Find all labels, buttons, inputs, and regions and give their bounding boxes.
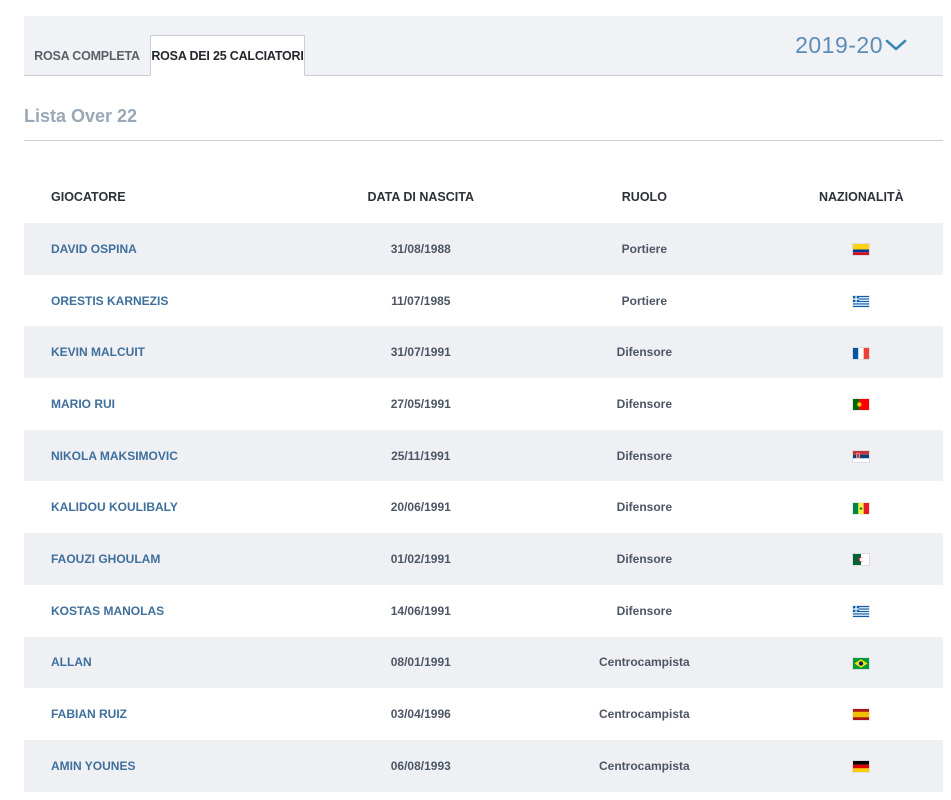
chevron-down-icon[interactable] <box>885 38 907 52</box>
greece-flag-icon <box>853 295 870 307</box>
players-table: GIOCATORE DATA DI NASCITA RUOLO NAZIONAL… <box>24 170 943 792</box>
birth-date-cell: 08/01/1991 <box>332 636 510 689</box>
player-name-cell: FABIAN RUIZ <box>24 688 333 740</box>
senegal-flag-icon <box>853 502 870 514</box>
birth-date-cell: 01/02/1991 <box>332 533 510 585</box>
role-cell: Centrocampista <box>599 707 690 722</box>
role-cell: Difensore <box>616 396 673 411</box>
player-name-cell: AMIN YOUNES <box>24 739 333 792</box>
table-row: KOSTAS MANOLAS 14/06/1991 Difensore <box>24 585 943 637</box>
player-name-link[interactable]: AMIN YOUNES <box>51 759 135 773</box>
column-header-giocatore: GIOCATORE <box>51 189 126 204</box>
birth-date-cell: 03/04/1996 <box>390 707 451 722</box>
nationality-cell <box>779 326 943 379</box>
player-name-cell: FAOUZI GHOULAM <box>24 533 333 585</box>
player-name-cell: NIKOLA MAKSIMOVIC <box>24 429 333 482</box>
birth-date-cell: 31/07/1991 <box>332 326 510 379</box>
season-selector[interactable]: 2019-20 <box>795 16 883 75</box>
column-header-nazionalita: NAZIONALITÀ <box>818 189 904 204</box>
nationality-cell <box>780 275 943 327</box>
player-name-link[interactable]: MARIO RUI <box>51 397 115 411</box>
player-name-link[interactable]: ORESTIS KARNEZIS <box>51 294 168 308</box>
nationality-cell <box>779 223 943 275</box>
serbia-flag-icon <box>853 450 870 462</box>
nationality-cell <box>780 585 943 637</box>
nationality-cell <box>780 688 943 740</box>
role-cell: Centrocampista <box>509 636 780 689</box>
birth-date-cell: 27/05/1991 <box>390 396 451 411</box>
table-row: FABIAN RUIZ 03/04/1996 Centrocampista <box>24 688 943 740</box>
player-name-link[interactable]: KALIDOU KOULIBALY <box>51 500 178 514</box>
table-row: KEVIN MALCUIT 31/07/1991 Difensore <box>24 326 943 379</box>
column-header-ruolo: RUOLO <box>621 189 667 204</box>
role-cell: Portiere <box>621 293 668 308</box>
player-name-link[interactable]: KEVIN MALCUIT <box>51 345 145 359</box>
greece-flag-icon <box>853 605 870 617</box>
nationality-cell <box>779 533 943 585</box>
player-name-cell: ORESTIS KARNEZIS <box>24 275 333 327</box>
player-name-link[interactable]: FAOUZI GHOULAM <box>51 552 160 566</box>
table-header-row: GIOCATORE DATA DI NASCITA RUOLO NAZIONAL… <box>24 170 943 223</box>
nationality-cell <box>779 739 943 792</box>
table-row: MARIO RUI 27/05/1991 Difensore <box>24 378 943 430</box>
role-cell: Difensore <box>616 500 673 515</box>
section-title: Lista Over 22 <box>24 76 943 141</box>
player-name-link[interactable]: NIKOLA MAKSIMOVIC <box>51 449 178 463</box>
column-header-data-nascita: DATA DI NASCITA <box>367 189 475 204</box>
birth-date-cell: 31/08/1988 <box>332 223 510 275</box>
birth-date-cell: 20/06/1991 <box>390 500 451 515</box>
player-name-cell: KALIDOU KOULIBALY <box>24 481 333 533</box>
role-cell: Difensore <box>509 533 780 585</box>
player-name-cell: ALLAN <box>24 636 333 689</box>
brazil-flag-icon <box>853 657 870 669</box>
role-cell: Difensore <box>509 326 780 379</box>
table-row: ORESTIS KARNEZIS 11/07/1985 Portiere <box>24 275 943 327</box>
player-name-cell: KEVIN MALCUIT <box>24 326 333 379</box>
table-row: NIKOLA MAKSIMOVIC 25/11/1991 Difensore <box>24 429 943 482</box>
table-row: AMIN YOUNES 06/08/1993 Centrocampista <box>24 739 943 792</box>
birth-date-cell: 06/08/1993 <box>332 739 510 792</box>
player-name-cell: MARIO RUI <box>24 378 333 430</box>
nationality-cell <box>780 378 943 430</box>
player-name-link[interactable]: ALLAN <box>51 655 92 669</box>
algeria-flag-icon <box>853 554 870 566</box>
nationality-cell <box>779 636 943 689</box>
tab-rosa-25-calciatori[interactable]: ROSA DEI 25 CALCIATORI <box>150 35 305 76</box>
player-name-link[interactable]: KOSTAS MANOLAS <box>51 604 164 618</box>
table-row: DAVID OSPINA 31/08/1988 Portiere <box>24 223 943 275</box>
portugal-flag-icon <box>853 399 870 411</box>
player-name-cell: DAVID OSPINA <box>24 223 333 275</box>
nationality-cell <box>779 429 943 482</box>
nationality-cell <box>780 481 943 533</box>
squad-panel: ROSA COMPLETA ROSA DEI 25 CALCIATORI 201… <box>24 16 943 792</box>
role-cell: Portiere <box>509 223 780 275</box>
table-row: FAOUZI GHOULAM 01/02/1991 Difensore <box>24 533 943 585</box>
colombia-flag-icon <box>853 244 870 256</box>
tab-bar: ROSA COMPLETA ROSA DEI 25 CALCIATORI 201… <box>24 16 943 76</box>
birth-date-cell: 14/06/1991 <box>390 603 451 618</box>
spain-flag-icon <box>853 709 870 721</box>
player-name-link[interactable]: DAVID OSPINA <box>51 242 137 256</box>
germany-flag-icon <box>853 761 870 773</box>
tab-rosa-completa[interactable]: ROSA COMPLETA <box>24 36 150 76</box>
role-cell: Difensore <box>616 603 673 618</box>
role-cell: Centrocampista <box>509 739 780 792</box>
birth-date-cell: 25/11/1991 <box>332 429 510 482</box>
france-flag-icon <box>853 347 870 359</box>
player-name-cell: KOSTAS MANOLAS <box>24 585 333 637</box>
birth-date-cell: 11/07/1985 <box>391 293 451 308</box>
player-name-link[interactable]: FABIAN RUIZ <box>51 707 127 721</box>
table-row: KALIDOU KOULIBALY 20/06/1991 Difensore <box>24 481 943 533</box>
table-row: ALLAN 08/01/1991 Centrocampista <box>24 636 943 689</box>
role-cell: Difensore <box>509 429 780 482</box>
